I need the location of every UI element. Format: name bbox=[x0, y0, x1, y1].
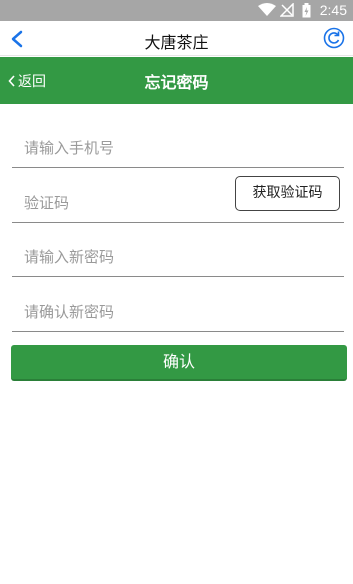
confirm-password-input[interactable] bbox=[24, 300, 224, 324]
phone-field bbox=[12, 124, 344, 168]
page-title: 忘记密码 bbox=[144, 73, 209, 92]
no-signal-icon bbox=[280, 3, 294, 17]
refresh-icon[interactable] bbox=[323, 27, 345, 49]
new-password-input[interactable] bbox=[24, 245, 224, 269]
get-code-button[interactable]: 获取验证码 bbox=[235, 176, 340, 211]
browser-title: 大唐茶庄 bbox=[144, 33, 209, 52]
status-time: 2:45 bbox=[319, 2, 347, 18]
confirm-password-field bbox=[12, 288, 344, 332]
new-password-field bbox=[12, 233, 344, 277]
confirm-button[interactable]: 确认 bbox=[11, 345, 347, 381]
app-header: 返回 忘记密码 bbox=[0, 57, 353, 104]
phone-input[interactable] bbox=[24, 136, 224, 160]
status-bar: 2:45 bbox=[0, 0, 353, 21]
browser-bar: 大唐茶庄 bbox=[0, 21, 353, 56]
code-input[interactable] bbox=[24, 191, 224, 215]
battery-icon bbox=[302, 3, 311, 18]
wifi-icon bbox=[258, 3, 276, 16]
